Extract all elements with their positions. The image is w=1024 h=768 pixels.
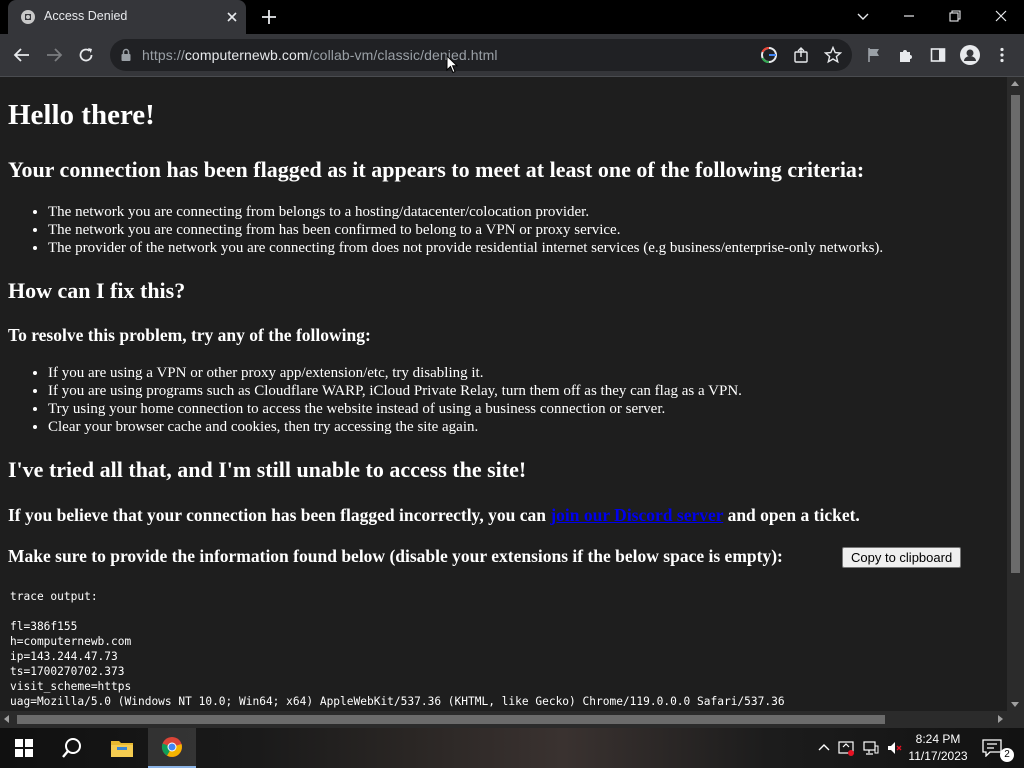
- list-item: If you are using a VPN or other proxy ap…: [48, 364, 742, 382]
- vertical-scroll-thumb[interactable]: [1011, 95, 1020, 573]
- arrow-right-icon: [47, 48, 63, 62]
- scroll-left-arrow-icon[interactable]: [4, 715, 9, 723]
- flag-icon: [868, 48, 879, 62]
- mouse-cursor-icon: [446, 55, 458, 74]
- arrow-left-icon: [13, 48, 29, 62]
- list-item: The network you are connecting from has …: [48, 221, 883, 239]
- forward-button[interactable]: [42, 43, 66, 67]
- chevron-down-icon: [857, 13, 869, 20]
- url-scheme: https://: [142, 47, 185, 63]
- notification-center-icon[interactable]: [982, 739, 1002, 757]
- reload-button[interactable]: [74, 43, 98, 67]
- url-text: https://computernewb.com/collab-vm/class…: [142, 47, 498, 63]
- google-lens-icon[interactable]: [760, 46, 778, 64]
- browser-tab-active[interactable]: Access Denied: [8, 0, 246, 34]
- folder-icon: [111, 741, 133, 757]
- extensions-button[interactable]: [894, 43, 918, 67]
- network-icon[interactable]: [863, 740, 879, 756]
- fixes-list: If you are using a VPN or other proxy ap…: [48, 364, 742, 436]
- clock-date: 11/17/2023: [908, 749, 968, 763]
- site-favicon-icon: [21, 10, 35, 24]
- share-icon[interactable]: [792, 46, 810, 64]
- address-bar[interactable]: https://computernewb.com/collab-vm/class…: [110, 39, 852, 71]
- windows-logo-icon: [15, 739, 33, 757]
- horizontal-scrollbar[interactable]: [0, 711, 1007, 728]
- close-tab-icon[interactable]: [224, 9, 240, 25]
- page-viewport: Hello there! Your connection has been fl…: [0, 77, 1007, 711]
- close-icon: [995, 10, 1007, 22]
- provide-info-text: Make sure to provide the information fou…: [8, 546, 783, 566]
- scroll-right-arrow-icon[interactable]: [998, 715, 1003, 723]
- horizontal-scroll-thumb[interactable]: [17, 715, 885, 724]
- bookmark-star-icon[interactable]: [824, 46, 842, 64]
- new-tab-icon[interactable]: [260, 8, 278, 26]
- close-window-button[interactable]: [978, 0, 1024, 32]
- list-item: Try using your home connection to access…: [48, 400, 742, 418]
- list-item: The provider of the network you are conn…: [48, 239, 883, 257]
- restore-icon: [949, 10, 961, 22]
- restore-button[interactable]: [932, 0, 978, 32]
- incorrect-after-text: and open a ticket.: [723, 505, 860, 525]
- flag-extension-button[interactable]: [862, 43, 886, 67]
- tried-heading: I've tried all that, and I'm still unabl…: [8, 457, 527, 482]
- url-host: computernewb.com: [184, 47, 309, 63]
- list-item: Clear your browser cache and cookies, th…: [48, 418, 742, 436]
- start-button[interactable]: [0, 728, 48, 768]
- vertical-scrollbar[interactable]: [1007, 77, 1024, 711]
- tab-strip: Access Denied: [0, 0, 1024, 34]
- scroll-up-arrow-icon[interactable]: [1011, 81, 1019, 86]
- incorrect-flag-text: If you believe that your connection has …: [8, 505, 860, 526]
- search-button[interactable]: [48, 728, 96, 768]
- minimize-button[interactable]: [886, 0, 932, 32]
- clock-time: 8:24 PM: [915, 732, 961, 746]
- copy-to-clipboard-button[interactable]: Copy to clipboard: [842, 547, 962, 568]
- discord-server-link[interactable]: join our Discord server: [550, 505, 723, 525]
- scroll-down-arrow-icon[interactable]: [1011, 702, 1019, 707]
- security-tray-icon[interactable]: [838, 740, 854, 756]
- more-vertical-icon: [1000, 47, 1004, 63]
- side-panel-icon: [930, 48, 946, 62]
- list-item: If you are using programs such as Cloudf…: [48, 382, 742, 400]
- tab-title: Access Denied: [44, 9, 128, 23]
- list-item: The network you are connecting from belo…: [48, 203, 883, 221]
- profile-button[interactable]: [958, 43, 982, 67]
- incorrect-before-text: If you believe that your connection has …: [8, 505, 551, 525]
- chevron-up-icon[interactable]: [816, 740, 832, 756]
- tab-search-button[interactable]: [840, 0, 886, 32]
- puzzle-piece-icon: [900, 50, 912, 62]
- fix-heading: How can I fix this?: [8, 278, 186, 303]
- chrome-menu-button[interactable]: [990, 43, 1014, 67]
- side-panel-button[interactable]: [926, 43, 950, 67]
- system-clock[interactable]: 8:24 PM 11/17/2023: [906, 731, 970, 765]
- browser-toolbar: https://computernewb.com/collab-vm/class…: [0, 34, 1024, 76]
- url-path: /collab-vm/classic/denied.html: [308, 47, 498, 63]
- back-button[interactable]: [10, 43, 34, 67]
- chrome-icon: [161, 737, 182, 757]
- trace-output: trace output: fl=386f155 h=computernewb.…: [10, 590, 785, 708]
- chrome-taskbar-button[interactable]: [148, 728, 196, 768]
- scrollbar-corner: [1007, 711, 1024, 728]
- windows-taskbar: 8:24 PM 11/17/2023 2: [0, 728, 1024, 768]
- flagged-heading: Your connection has been flagged as it a…: [8, 157, 865, 182]
- notification-count-badge: 2: [1000, 748, 1014, 762]
- reload-icon: [79, 48, 93, 62]
- avatar-icon: [960, 45, 980, 65]
- criteria-list: The network you are connecting from belo…: [48, 203, 883, 257]
- volume-muted-icon[interactable]: [886, 740, 902, 756]
- minimize-icon: [904, 15, 914, 17]
- page-title: Hello there!: [8, 99, 155, 131]
- lock-icon[interactable]: [120, 48, 132, 62]
- search-icon: [62, 738, 81, 758]
- resolve-heading: To resolve this problem, try any of the …: [8, 325, 371, 345]
- file-explorer-button[interactable]: [98, 728, 146, 768]
